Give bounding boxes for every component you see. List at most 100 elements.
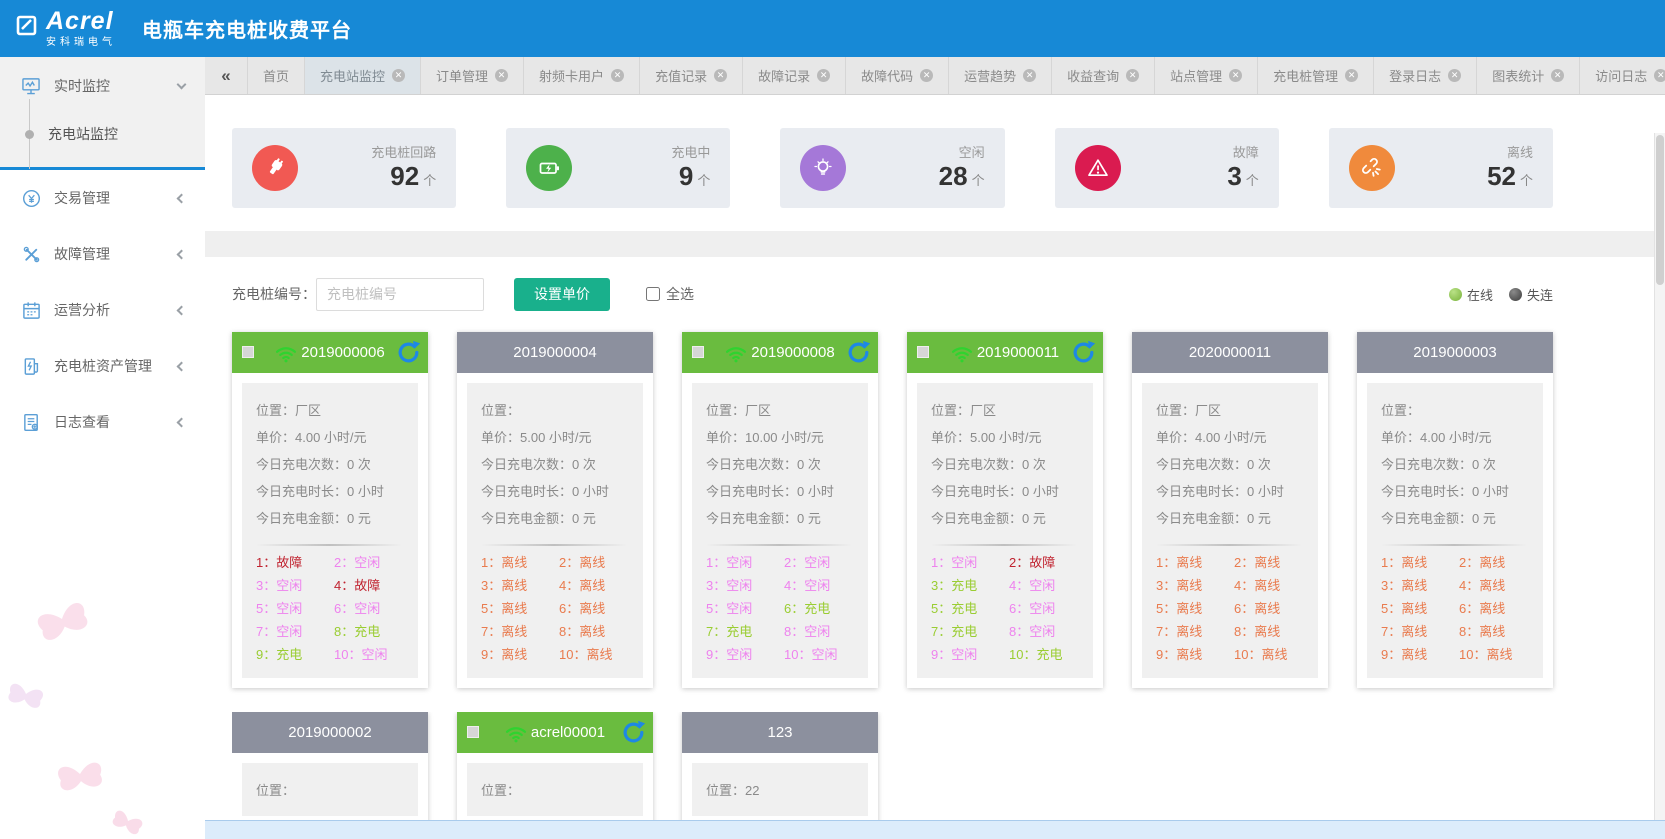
- refresh-icon[interactable]: [1071, 340, 1096, 365]
- tab-充电桩管理[interactable]: 充电桩管理✕: [1258, 57, 1374, 94]
- station-card-grid: 2019000006位置：厂区单价：4.00 小时/元今日充电次数：0 次今日充…: [232, 332, 1553, 688]
- tab-登录日志[interactable]: 登录日志✕: [1374, 57, 1477, 94]
- port-status: 4：空闲: [1009, 574, 1087, 597]
- tab-访问日志[interactable]: 访问日志 ✕: [1580, 57, 1665, 94]
- station-info-line: 今日充电次数：0 次: [481, 451, 637, 478]
- tab-close-icon[interactable]: ✕: [817, 69, 830, 82]
- vertical-scrollbar[interactable]: [1654, 133, 1665, 820]
- tab-充值记录[interactable]: 充值记录✕: [640, 57, 743, 94]
- port-status: 2：离线: [1234, 551, 1312, 574]
- station-id: 2019000011: [977, 344, 1059, 361]
- sidebar-subitem-充电站监控[interactable]: 充电站监控: [0, 111, 205, 157]
- status-legend: 在线失连: [1449, 285, 1553, 304]
- port-status-grid: 1：离线2：离线3：离线4：离线5：离线6：离线7：离线8：离线9：离线10：离…: [1381, 551, 1537, 666]
- stat-card-充电桩回路: 充电桩回路92个: [232, 128, 456, 208]
- tab-close-icon[interactable]: ✕: [920, 69, 933, 82]
- section-divider-band: [205, 231, 1665, 257]
- tab-收益查询[interactable]: 收益查询✕: [1052, 57, 1155, 94]
- port-status: 5：充电: [931, 597, 1009, 620]
- card-checkbox[interactable]: [467, 726, 479, 738]
- port-status: 8：离线: [559, 620, 637, 643]
- pile-number-input[interactable]: [316, 278, 484, 311]
- stat-card-充电中: 充电中9个: [506, 128, 730, 208]
- card-checkbox[interactable]: [242, 346, 254, 358]
- port-status: 7：离线: [481, 620, 559, 643]
- tab-首页[interactable]: 首页: [247, 57, 305, 94]
- sidebar-item-运营分析[interactable]: 运营分析: [0, 282, 205, 338]
- port-status: 3：离线: [481, 574, 559, 597]
- refresh-icon[interactable]: [621, 720, 646, 745]
- stat-text: 故障3个: [1227, 142, 1258, 194]
- station-card-123: 123位置：22: [682, 712, 878, 821]
- stat-value: 52个: [1487, 163, 1533, 194]
- station-info-line: 位置：厂区: [931, 397, 1087, 424]
- tab-运营趋势[interactable]: 运营趋势✕: [949, 57, 1052, 94]
- chevron-down-icon: [177, 80, 187, 90]
- tab-label: 首页: [263, 66, 289, 85]
- stat-label: 故障: [1227, 142, 1258, 161]
- sidebar-item-日志查看[interactable]: 日志查看: [0, 394, 205, 450]
- tab-close-icon[interactable]: ✕: [1448, 69, 1461, 82]
- tab-close-icon[interactable]: ✕: [495, 69, 508, 82]
- legend-dot: [1449, 288, 1462, 301]
- scrollbar-thumb[interactable]: [1656, 135, 1664, 285]
- tab-close-icon[interactable]: ✕: [1551, 69, 1564, 82]
- card-checkbox[interactable]: [917, 346, 929, 358]
- port-status: 7：离线: [1381, 620, 1459, 643]
- card-divider: [256, 544, 402, 546]
- station-info-line: 位置：: [481, 397, 637, 424]
- card-divider: [1156, 544, 1302, 546]
- refresh-icon[interactable]: [396, 340, 421, 365]
- port-status: 2：离线: [559, 551, 637, 574]
- port-status: 9：空闲: [931, 643, 1009, 666]
- tab-订单管理[interactable]: 订单管理✕: [421, 57, 524, 94]
- port-status: 7：充电: [706, 620, 784, 643]
- tab-站点管理[interactable]: 站点管理✕: [1155, 57, 1258, 94]
- tab-close-icon[interactable]: ✕: [1229, 69, 1242, 82]
- collapse-tabs-icon[interactable]: «: [205, 57, 247, 94]
- tab-close-icon[interactable]: ✕: [1654, 69, 1665, 82]
- tab-故障记录[interactable]: 故障记录✕: [743, 57, 846, 94]
- submenu-bullet-dot: [25, 130, 34, 139]
- tab-射频卡用户[interactable]: 射频卡用户✕: [524, 57, 640, 94]
- tab-图表统计[interactable]: 图表统计✕: [1477, 57, 1580, 94]
- sidebar-item-实时监控[interactable]: 实时监控: [0, 61, 205, 111]
- tab-close-icon[interactable]: ✕: [392, 69, 405, 82]
- sidebar-item-label: 故障管理: [54, 244, 178, 264]
- card-checkbox[interactable]: [692, 346, 704, 358]
- sidebar-item-故障管理[interactable]: 故障管理: [0, 226, 205, 282]
- tab-close-icon[interactable]: ✕: [714, 69, 727, 82]
- select-all-checkbox[interactable]: [646, 287, 660, 301]
- sidebar-item-交易管理[interactable]: 交易管理: [0, 170, 205, 226]
- set-price-button[interactable]: 设置单价: [514, 278, 610, 311]
- station-info-line: 今日充电金额：0 元: [256, 505, 412, 532]
- port-status: 6：离线: [1459, 597, 1537, 620]
- port-status: 3：离线: [1381, 574, 1459, 597]
- stat-unit: 个: [423, 173, 436, 188]
- legend-在线: 在线: [1449, 285, 1493, 304]
- battery-charging-icon: [526, 145, 572, 191]
- tab-close-icon[interactable]: ✕: [611, 69, 624, 82]
- butterfly-watermark: [0, 589, 160, 839]
- port-status: 10：离线: [1459, 643, 1537, 666]
- tab-充电站监控[interactable]: 充电站监控✕: [305, 57, 421, 94]
- sidebar-item-充电桩资产管理[interactable]: 充电桩资产管理: [0, 338, 205, 394]
- tab-close-icon[interactable]: ✕: [1126, 69, 1139, 82]
- tab-close-icon[interactable]: ✕: [1345, 69, 1358, 82]
- pile-number-label: 充电桩编号：: [232, 284, 316, 304]
- horizontal-scrollbar-strip[interactable]: [205, 820, 1665, 839]
- port-status-grid: 1：空闲2：故障3：充电4：空闲5：充电6：空闲7：充电8：空闲9：空闲10：充…: [931, 551, 1087, 666]
- select-all-label: 全选: [666, 284, 694, 304]
- port-status: 1：离线: [1381, 551, 1459, 574]
- transaction-icon: [20, 188, 42, 208]
- tab-label: 访问日志: [1595, 66, 1647, 85]
- station-info-line: 今日充电次数：0 次: [256, 451, 412, 478]
- port-status: 7：空闲: [256, 620, 334, 643]
- port-status: 8：离线: [1459, 620, 1537, 643]
- tab-故障代码[interactable]: 故障代码✕: [846, 57, 949, 94]
- port-status: 5：空闲: [256, 597, 334, 620]
- station-info-line: 今日充电时长：0 小时: [931, 478, 1087, 505]
- refresh-icon[interactable]: [846, 340, 871, 365]
- tab-close-icon[interactable]: ✕: [1023, 69, 1036, 82]
- sidebar-group: 充电桩资产管理: [0, 338, 205, 394]
